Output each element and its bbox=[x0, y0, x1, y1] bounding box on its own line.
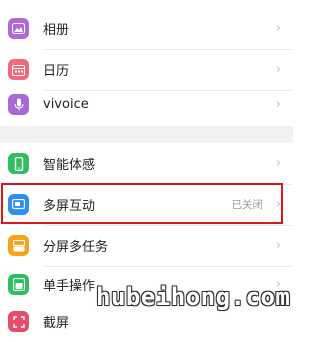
chevron-right-icon: › bbox=[275, 238, 281, 253]
photo-icon bbox=[8, 18, 29, 39]
settings-item-split-screen[interactable]: 分屏多任务 › bbox=[0, 225, 293, 266]
settings-item-label: 相册 bbox=[43, 23, 70, 38]
settings-item-label: 智能体感 bbox=[43, 158, 96, 173]
chevron-right-icon: › bbox=[275, 97, 281, 112]
section-gap bbox=[0, 126, 293, 143]
settings-item-label: 日历 bbox=[43, 64, 70, 79]
calendar-icon bbox=[8, 59, 29, 80]
one-hand-icon bbox=[8, 274, 29, 295]
microphone-icon bbox=[8, 94, 29, 115]
split-screen-icon bbox=[8, 235, 29, 256]
settings-item-album[interactable]: 相册 › bbox=[0, 8, 293, 49]
settings-item-vivoice[interactable]: vivoice › bbox=[0, 84, 293, 125]
settings-item-label: vivoice bbox=[43, 97, 89, 112]
chevron-right-icon: › bbox=[275, 156, 281, 171]
settings-item-smart-motion[interactable]: 智能体感 › bbox=[0, 143, 293, 184]
chevron-right-icon: › bbox=[275, 62, 281, 77]
watermark-text: hubeihong.com bbox=[96, 283, 291, 311]
highlight-box bbox=[1, 183, 283, 224]
settings-item-label: 截屏 bbox=[43, 316, 70, 331]
chevron-right-icon: › bbox=[275, 21, 281, 36]
settings-item-label: 单手操作 bbox=[43, 279, 96, 294]
phone-motion-icon bbox=[8, 153, 29, 174]
screenshot-icon bbox=[8, 311, 29, 332]
settings-item-label: 分屏多任务 bbox=[43, 240, 109, 255]
